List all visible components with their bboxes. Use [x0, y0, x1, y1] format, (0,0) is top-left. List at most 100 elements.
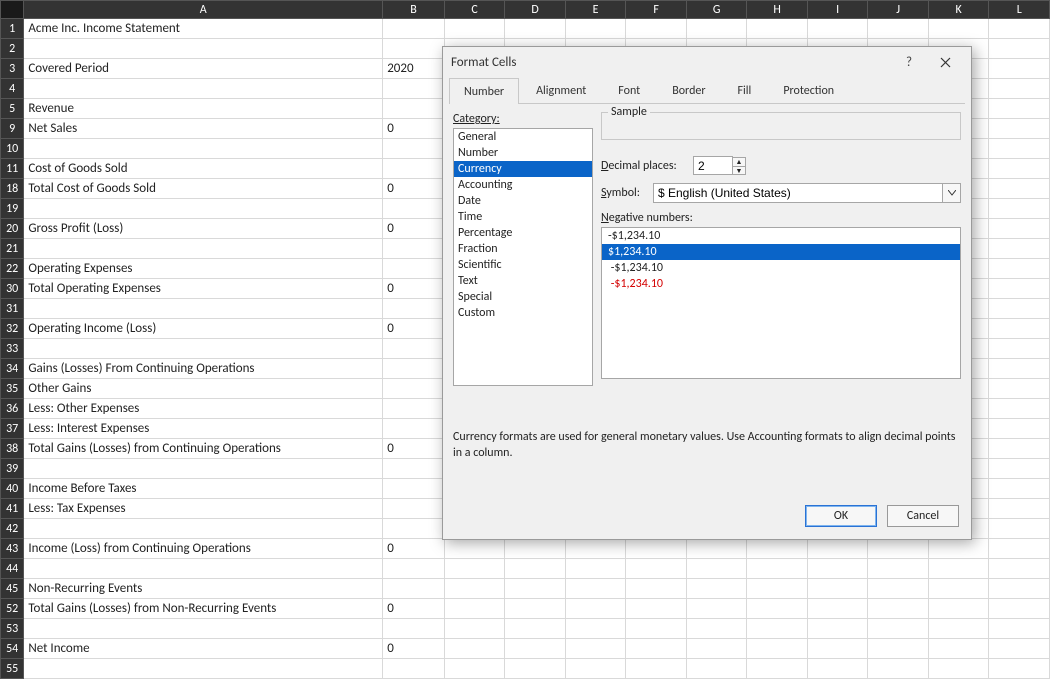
cell-H45[interactable] — [747, 579, 808, 599]
cell-A55[interactable] — [24, 659, 383, 679]
cell-C53[interactable] — [444, 619, 505, 639]
cell-B54[interactable]: 0 — [383, 639, 445, 659]
cell-F44[interactable] — [626, 559, 687, 579]
cell-H1[interactable] — [747, 19, 808, 39]
cell-J55[interactable] — [868, 659, 929, 679]
cell-A40[interactable]: Income Before Taxes — [24, 479, 383, 499]
row-header-36[interactable]: 36 — [1, 399, 24, 419]
cell-J45[interactable] — [868, 579, 929, 599]
category-item-text[interactable]: Text — [454, 273, 592, 289]
row-header-19[interactable]: 19 — [1, 199, 24, 219]
category-item-date[interactable]: Date — [454, 193, 592, 209]
cell-L32[interactable] — [989, 319, 1050, 339]
tab-border[interactable]: Border — [657, 77, 720, 103]
row-header-2[interactable]: 2 — [1, 39, 24, 59]
tab-number[interactable]: Number — [449, 78, 519, 104]
row-header-11[interactable]: 11 — [1, 159, 24, 179]
cell-B31[interactable] — [383, 299, 445, 319]
cell-I1[interactable] — [807, 19, 868, 39]
cell-L40[interactable] — [989, 479, 1050, 499]
cell-D45[interactable] — [505, 579, 566, 599]
cell-L43[interactable] — [989, 539, 1050, 559]
cell-G43[interactable] — [686, 539, 747, 559]
cell-H55[interactable] — [747, 659, 808, 679]
cell-A19[interactable] — [24, 199, 383, 219]
cell-F54[interactable] — [626, 639, 687, 659]
cell-B42[interactable] — [383, 519, 445, 539]
cell-K45[interactable] — [928, 579, 989, 599]
cell-L54[interactable] — [989, 639, 1050, 659]
cell-B33[interactable] — [383, 339, 445, 359]
cell-A37[interactable]: Less: Interest Expenses — [24, 419, 383, 439]
cell-K1[interactable] — [928, 19, 989, 39]
cell-B9[interactable]: 0 — [383, 119, 445, 139]
tab-alignment[interactable]: Alignment — [521, 77, 601, 103]
cell-G53[interactable] — [686, 619, 747, 639]
row-header-42[interactable]: 42 — [1, 519, 24, 539]
row-header-1[interactable]: 1 — [1, 19, 24, 39]
negative-numbers-list[interactable]: -$1,234.10$1,234.10 -$1,234.10 -$1,234.1… — [601, 227, 961, 379]
cell-L1[interactable] — [989, 19, 1050, 39]
category-item-number[interactable]: Number — [454, 145, 592, 161]
cell-B43[interactable]: 0 — [383, 539, 445, 559]
row-header-33[interactable]: 33 — [1, 339, 24, 359]
cell-A18[interactable]: Total Cost of Goods Sold — [24, 179, 383, 199]
cell-C1[interactable] — [444, 19, 505, 39]
tab-font[interactable]: Font — [603, 77, 655, 103]
cell-A54[interactable]: Net Income — [24, 639, 383, 659]
cell-B30[interactable]: 0 — [383, 279, 445, 299]
cell-B38[interactable]: 0 — [383, 439, 445, 459]
cell-E55[interactable] — [565, 659, 626, 679]
cell-D53[interactable] — [505, 619, 566, 639]
cell-C45[interactable] — [444, 579, 505, 599]
row-header-32[interactable]: 32 — [1, 319, 24, 339]
cell-B19[interactable] — [383, 199, 445, 219]
cell-E1[interactable] — [565, 19, 626, 39]
cell-L35[interactable] — [989, 379, 1050, 399]
cell-J52[interactable] — [868, 599, 929, 619]
cell-L34[interactable] — [989, 359, 1050, 379]
cell-K43[interactable] — [928, 539, 989, 559]
row-header-35[interactable]: 35 — [1, 379, 24, 399]
cell-C43[interactable] — [444, 539, 505, 559]
cell-K55[interactable] — [928, 659, 989, 679]
help-button[interactable]: ? — [891, 50, 927, 74]
cell-B35[interactable] — [383, 379, 445, 399]
row-header-45[interactable]: 45 — [1, 579, 24, 599]
row-header-41[interactable]: 41 — [1, 499, 24, 519]
cell-D55[interactable] — [505, 659, 566, 679]
cell-A9[interactable]: Net Sales — [24, 119, 383, 139]
cell-B41[interactable] — [383, 499, 445, 519]
row-header-31[interactable]: 31 — [1, 299, 24, 319]
tab-fill[interactable]: Fill — [723, 77, 767, 103]
cell-B5[interactable] — [383, 99, 445, 119]
row-header-40[interactable]: 40 — [1, 479, 24, 499]
cell-C54[interactable] — [444, 639, 505, 659]
close-button[interactable] — [927, 50, 963, 74]
cell-B53[interactable] — [383, 619, 445, 639]
cell-H52[interactable] — [747, 599, 808, 619]
cell-L10[interactable] — [989, 139, 1050, 159]
cell-H43[interactable] — [747, 539, 808, 559]
cell-D44[interactable] — [505, 559, 566, 579]
cell-I55[interactable] — [807, 659, 868, 679]
cell-L52[interactable] — [989, 599, 1050, 619]
cell-A36[interactable]: Less: Other Expenses — [24, 399, 383, 419]
cell-B20[interactable]: 0 — [383, 219, 445, 239]
row-header-9[interactable]: 9 — [1, 119, 24, 139]
decimal-places-stepper[interactable]: ▲ ▼ — [693, 156, 746, 175]
category-list[interactable]: GeneralNumberCurrencyAccountingDateTimeP… — [453, 128, 593, 386]
cell-K54[interactable] — [928, 639, 989, 659]
cell-F53[interactable] — [626, 619, 687, 639]
category-item-custom[interactable]: Custom — [454, 305, 592, 321]
cell-C55[interactable] — [444, 659, 505, 679]
cell-F55[interactable] — [626, 659, 687, 679]
symbol-combo[interactable] — [653, 183, 961, 203]
cell-H54[interactable] — [747, 639, 808, 659]
cell-H53[interactable] — [747, 619, 808, 639]
cell-E45[interactable] — [565, 579, 626, 599]
row-header-52[interactable]: 52 — [1, 599, 24, 619]
cell-L4[interactable] — [989, 79, 1050, 99]
cell-B36[interactable] — [383, 399, 445, 419]
cell-A34[interactable]: Gains (Losses) From Continuing Operation… — [24, 359, 383, 379]
